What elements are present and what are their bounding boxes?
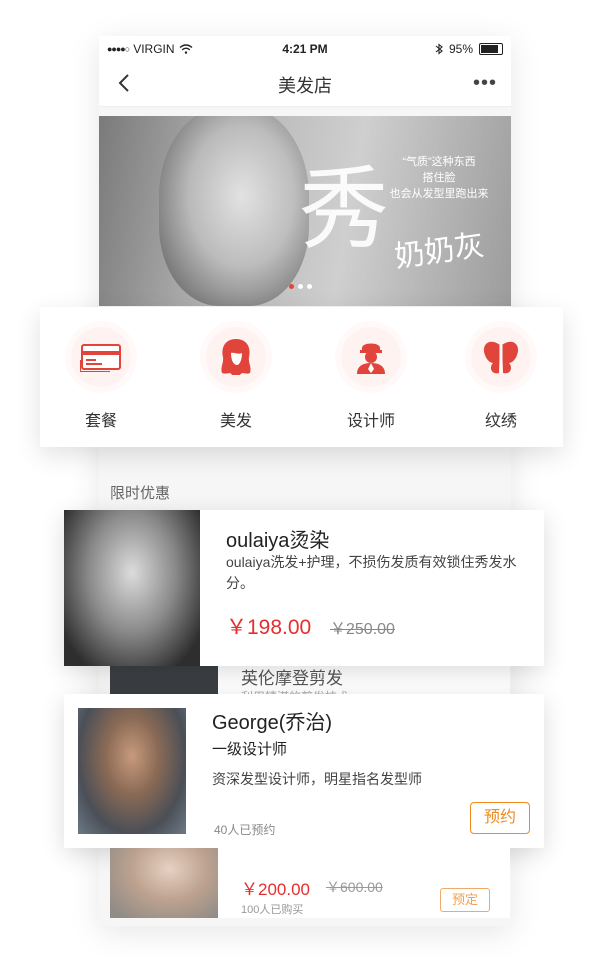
designer-booked-count: 40人已预约 [214, 823, 276, 837]
category-hair[interactable]: 美发 [181, 327, 291, 431]
list-item-sold-count: 100人已购买 [241, 904, 304, 916]
category-label: 美发 [219, 413, 252, 430]
list-item-title: 英伦摩登剪发 [241, 669, 343, 688]
list-item-thumbnail [110, 848, 218, 918]
more-options-icon[interactable]: ••• [473, 72, 497, 95]
bluetooth-icon [435, 43, 443, 55]
book-button[interactable]: 预约 [470, 802, 530, 834]
banner-calligraphy-small: 奶奶灰 [392, 227, 487, 276]
page-title: 美发店 [278, 76, 332, 96]
pager-dot[interactable] [289, 284, 294, 289]
deal-original-price: ￥250.00 [330, 621, 395, 638]
banner-caption-line: 搭住脸 [422, 172, 456, 184]
category-tattoo[interactable]: 纹绣 [446, 327, 556, 431]
designer-photo [78, 708, 186, 834]
status-right: 95% [435, 42, 503, 56]
banner-pager[interactable] [289, 284, 312, 289]
battery-icon [479, 43, 503, 55]
designer-level: 一级设计师 [212, 741, 288, 758]
hair-icon [206, 327, 266, 387]
pager-dot[interactable] [307, 284, 312, 289]
list-item-behind[interactable]: 英伦摩登剪发 利用精湛的剪发技术 [110, 666, 510, 696]
status-bar: ●●●●○ VIRGIN 4:21 PM 95% [99, 36, 511, 60]
deal-title: oulaiya烫染 [226, 530, 330, 552]
banner-caption-line: 也会从发型里跑出来 [389, 188, 489, 200]
designer-name: George(乔治) [212, 712, 333, 734]
category-panel: 套餐 美发 设计师 纹绣 [40, 307, 563, 447]
designer-card[interactable]: George(乔治) 一级设计师 资深发型设计师，明星指名发型师 40人已预约 … [64, 694, 544, 848]
banner-caption-line: “气质”这种东西 [402, 156, 476, 168]
category-label: 纹绣 [484, 413, 517, 430]
model-portrait-image [159, 116, 309, 306]
pager-dot[interactable] [298, 284, 303, 289]
designer-icon [341, 327, 401, 387]
section-title: 限时优惠 [110, 485, 171, 502]
deal-description: oulaiya洗发+护理，不损伤发质有效锁住秀发水分。 [226, 554, 517, 591]
banner-calligraphy-big: 秀 [299, 157, 389, 262]
category-label: 套餐 [84, 413, 117, 430]
category-label: 设计师 [346, 413, 395, 430]
nav-bar: 美发店 ••• [99, 60, 511, 107]
designer-description: 资深发型设计师，明星指名发型师 [212, 771, 422, 787]
reserve-button[interactable]: 预定 [440, 888, 490, 912]
list-item-bottom[interactable]: ￥200.00 ￥600.00 100人已购买 预定 [110, 848, 510, 918]
butterfly-icon [471, 327, 531, 387]
promo-banner[interactable]: 秀 奶奶灰 “气质”这种东西 搭住脸 也会从发型里跑出来 [99, 116, 511, 306]
list-item-original-price: ￥600.00 [326, 879, 383, 895]
category-package[interactable]: 套餐 [46, 327, 156, 431]
deal-photo [64, 510, 200, 666]
banner-caption: “气质”这种东西 搭住脸 也会从发型里跑出来 [379, 154, 499, 202]
package-card-icon [71, 327, 131, 387]
list-item-thumbnail [110, 666, 218, 696]
deal-card[interactable]: oulaiya烫染 oulaiya洗发+护理，不损伤发质有效锁住秀发水分。 ￥1… [64, 510, 544, 666]
battery-label: 95% [448, 42, 473, 56]
list-item-price: ￥200.00 [241, 880, 310, 899]
deal-price: ￥198.00 [226, 616, 312, 639]
category-designer[interactable]: 设计师 [316, 327, 426, 431]
